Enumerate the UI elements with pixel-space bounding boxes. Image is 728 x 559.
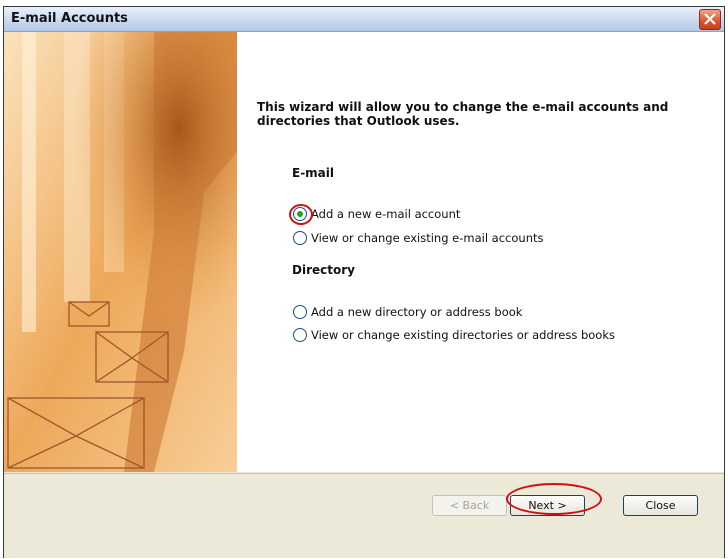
radio-view-directories[interactable]: View or change existing directories or a…	[293, 327, 615, 343]
next-button[interactable]: Next >	[510, 495, 585, 516]
radio-label: View or change existing directories or a…	[311, 328, 615, 342]
radio-button-selected[interactable]	[289, 204, 313, 225]
directory-heading: Directory	[292, 263, 355, 277]
close-button[interactable]: Close	[623, 495, 698, 516]
wizard-side-graphic	[4, 32, 237, 472]
radio-label: Add a new directory or address book	[311, 305, 523, 319]
email-accounts-dialog: E-mail Accounts This wizard will allow y…	[3, 6, 725, 558]
wizard-content: This wizard will allow you to change the…	[237, 32, 724, 472]
window-title: E-mail Accounts	[11, 11, 128, 26]
wizard-intro-text: This wizard will allow you to change the…	[257, 100, 669, 128]
email-heading: E-mail	[292, 166, 335, 180]
radio-button[interactable]	[293, 305, 307, 319]
radio-button[interactable]	[293, 328, 307, 342]
radio-view-email-accounts[interactable]: View or change existing e-mail accounts	[293, 230, 543, 246]
envelopes-illustration	[4, 32, 237, 472]
back-button[interactable]: < Back	[432, 495, 507, 516]
button-bar: < Back Next > Close	[4, 473, 724, 558]
radio-add-directory[interactable]: Add a new directory or address book	[293, 304, 522, 320]
highlight-circle	[289, 204, 313, 225]
close-icon	[704, 13, 716, 25]
radio-button[interactable]	[293, 231, 307, 245]
radio-label: View or change existing e-mail accounts	[311, 231, 544, 245]
window-close-button[interactable]	[699, 9, 721, 30]
title-bar: E-mail Accounts	[4, 7, 724, 32]
radio-label: Add a new e-mail account	[311, 207, 461, 221]
radio-add-email-account[interactable]: Add a new e-mail account	[289, 204, 461, 225]
